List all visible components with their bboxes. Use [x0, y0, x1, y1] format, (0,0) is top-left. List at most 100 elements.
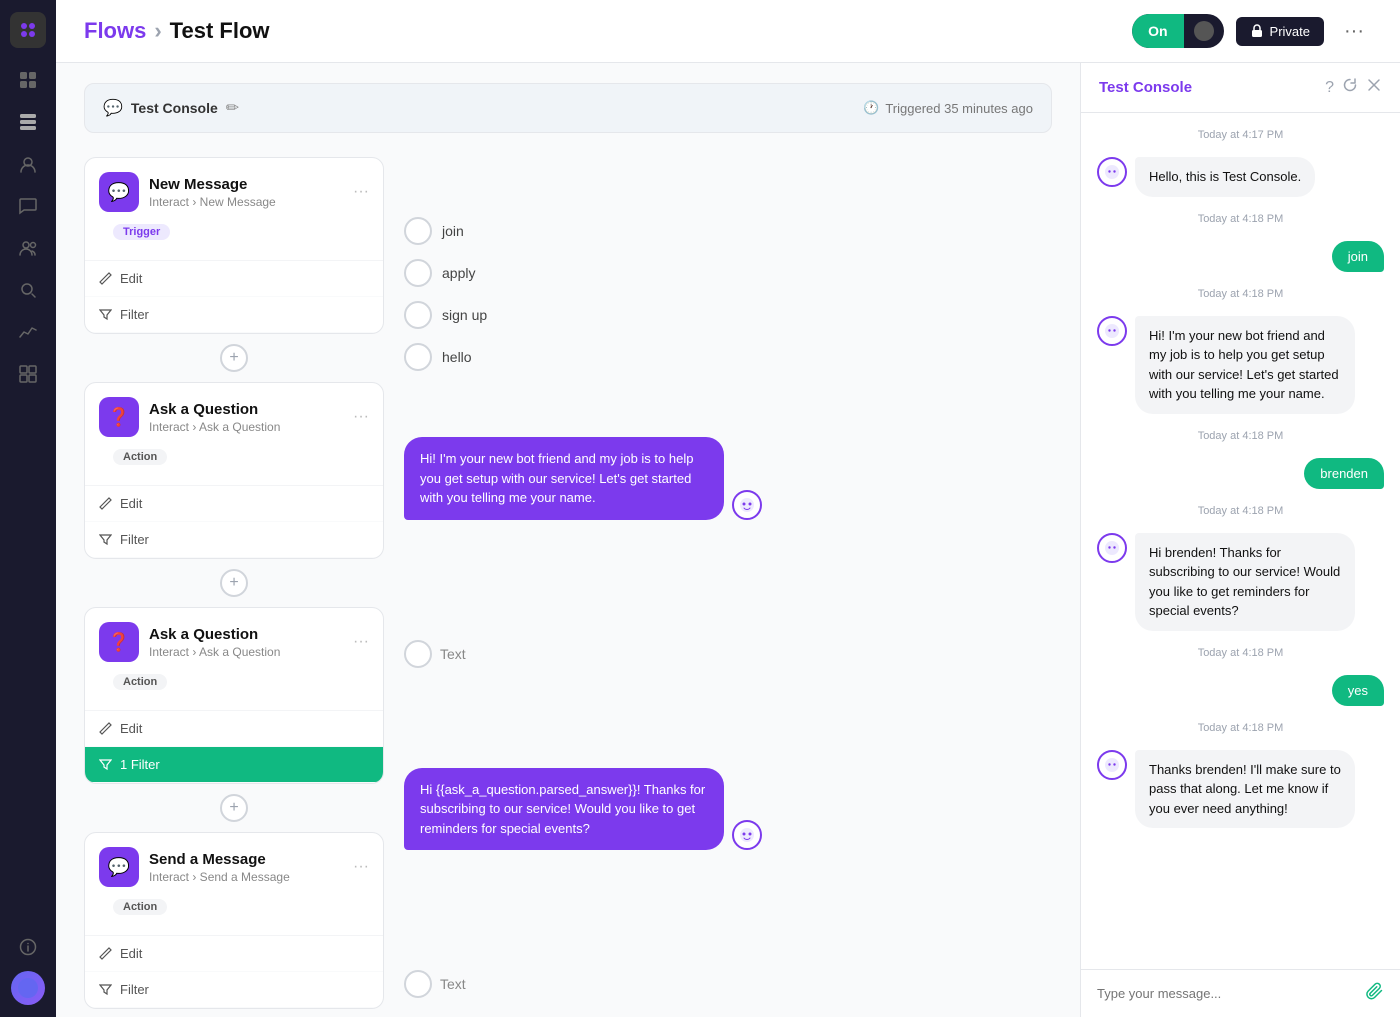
- flow-run-edit-icon[interactable]: ✏: [226, 98, 239, 118]
- info-icon[interactable]: [10, 929, 46, 965]
- step-card-ask1: ❓ Ask a Question Interact › Ask a Questi…: [84, 382, 384, 559]
- step-wrapper-new-message: 💬 New Message Interact › New Message ···…: [84, 157, 384, 382]
- edit-button-ask2[interactable]: Edit: [85, 711, 383, 747]
- test-close-icon[interactable]: [1366, 77, 1382, 98]
- edit-button-send[interactable]: Edit: [85, 936, 383, 972]
- input-circle-1: [404, 640, 432, 668]
- test-panel-header: Test Console ?: [1081, 63, 1400, 113]
- edit-button-ask1[interactable]: Edit: [85, 486, 383, 522]
- msg-row-bot-4: Thanks brenden! I'll make sure to pass t…: [1097, 750, 1384, 829]
- step-info-ask1: Ask a Question Interact › Ask a Question: [149, 401, 343, 434]
- right-column: join apply sign up hello: [384, 157, 1052, 1017]
- timestamp-7: Today at 4:18 PM: [1097, 722, 1384, 734]
- step-info-ask2: Ask a Question Interact › Ask a Question: [149, 626, 343, 659]
- apps-icon[interactable]: [10, 356, 46, 392]
- step-actions-ask2: Edit 1 Filter: [85, 710, 383, 783]
- timestamp-2: Today at 4:18 PM: [1097, 213, 1384, 225]
- edit-button-new-message[interactable]: Edit: [85, 261, 383, 297]
- step-badge-ask1: Action: [113, 449, 167, 465]
- filter-button-new-message[interactable]: Filter: [85, 297, 383, 333]
- step-card-header-ask1: ❓ Ask a Question Interact › Ask a Questi…: [85, 383, 383, 447]
- flow-run-header: 💬 Test Console ✏ 🕐 Triggered 35 minutes …: [84, 83, 1052, 133]
- bot-bubble-row-2: Hi {{ask_a_question.parsed_answer}}! Tha…: [404, 768, 1052, 851]
- users-icon[interactable]: [10, 230, 46, 266]
- msg-bot-icon-4: [1097, 750, 1127, 780]
- step-card-send: 💬 Send a Message Interact › Send a Messa…: [84, 832, 384, 1009]
- toggle-off-area: [1184, 14, 1224, 48]
- flow-run-triggered: 🕐 Triggered 35 minutes ago: [863, 100, 1033, 116]
- bubble-section-1: Hi! I'm your new bot friend and my job i…: [404, 437, 1052, 520]
- toggle-on-label: On: [1132, 14, 1183, 48]
- bot-bubble-2: Hi {{ask_a_question.parsed_answer}}! Tha…: [404, 768, 724, 851]
- step-wrapper-ask1: ❓ Ask a Question Interact › Ask a Questi…: [84, 382, 384, 607]
- timestamp-6: Today at 4:18 PM: [1097, 647, 1384, 659]
- connector-dot-3[interactable]: +: [220, 794, 248, 822]
- timestamp-5: Today at 4:18 PM: [1097, 505, 1384, 517]
- filter-button-send[interactable]: Filter: [85, 972, 383, 1008]
- breadcrumb-separator: ›: [154, 18, 161, 44]
- dashboard-icon[interactable]: [10, 62, 46, 98]
- bot-bubble-1: Hi! I'm your new bot friend and my job i…: [404, 437, 724, 520]
- page-header: Flows › Test Flow On Private ···: [56, 0, 1400, 63]
- connector-dot-1[interactable]: +: [220, 344, 248, 372]
- more-options-button[interactable]: ···: [1336, 16, 1372, 47]
- step-subtitle-ask2: Interact › Ask a Question: [149, 645, 343, 659]
- test-attach-button[interactable]: [1366, 982, 1384, 1005]
- search-icon[interactable]: [10, 272, 46, 308]
- flows-icon[interactable]: [10, 104, 46, 140]
- step-icon-new-message: 💬: [99, 172, 139, 212]
- step-badge-send: Action: [113, 899, 167, 915]
- bot-bubble-row-1: Hi! I'm your new bot friend and my job i…: [404, 437, 1052, 520]
- trigger-item-signup: sign up: [404, 301, 1052, 329]
- flow-area: 💬 Test Console ✏ 🕐 Triggered 35 minutes …: [56, 63, 1400, 1017]
- edit-icon-send: [99, 947, 112, 960]
- step-subtitle-ask1: Interact › Ask a Question: [149, 420, 343, 434]
- analytics-icon[interactable]: [10, 314, 46, 350]
- filter-button-ask1[interactable]: Filter: [85, 522, 383, 558]
- toggle-button[interactable]: On: [1132, 14, 1223, 48]
- msg-row-bot-2: Hi! I'm your new bot friend and my job i…: [1097, 316, 1384, 414]
- step-more-new-message[interactable]: ···: [353, 183, 369, 201]
- input-bubble-2: Text: [404, 970, 1052, 998]
- filter-active-button-ask2[interactable]: 1 Filter: [85, 747, 383, 783]
- test-messages: Today at 4:17 PM Hello, this is Test Con…: [1081, 113, 1400, 969]
- private-label: Private: [1270, 24, 1310, 39]
- more-dots: ···: [1344, 20, 1364, 43]
- input-circle-2: [404, 970, 432, 998]
- test-message-input[interactable]: [1097, 986, 1358, 1001]
- messages-icon[interactable]: [10, 188, 46, 224]
- step-more-ask1[interactable]: ···: [353, 408, 369, 426]
- flow-run-console-name: Test Console: [131, 100, 218, 116]
- step-more-send[interactable]: ···: [353, 858, 369, 876]
- avatar[interactable]: [11, 971, 45, 1005]
- test-input-area: [1081, 969, 1400, 1017]
- msg-bubble-in-1: Hello, this is Test Console.: [1135, 157, 1315, 197]
- bot-bubble-icon-2: [732, 820, 762, 850]
- test-help-icon[interactable]: ?: [1325, 79, 1334, 97]
- step-info-send: Send a Message Interact › Send a Message: [149, 851, 343, 884]
- step-title-send: Send a Message: [149, 851, 343, 868]
- trigger-item-hello: hello: [404, 343, 1052, 371]
- attach-icon: [1366, 982, 1384, 1000]
- test-refresh-icon[interactable]: [1342, 77, 1358, 98]
- trigger-circle-apply: [404, 259, 432, 287]
- input-bubble-1: Text: [404, 640, 1052, 668]
- left-column: 💬 New Message Interact › New Message ···…: [84, 157, 384, 1017]
- msg-bubble-in-2: Hi! I'm your new bot friend and my job i…: [1135, 316, 1355, 414]
- trigger-text-join: join: [442, 223, 464, 239]
- msg-bubble-in-3: Hi brenden! Thanks for subscribing to ou…: [1135, 533, 1355, 631]
- step-wrapper-ask2: ❓ Ask a Question Interact › Ask a Questi…: [84, 607, 384, 832]
- step-icon-send: 💬: [99, 847, 139, 887]
- lock-icon: [1250, 24, 1264, 38]
- breadcrumb-flows[interactable]: Flows: [84, 18, 146, 44]
- step-more-ask2[interactable]: ···: [353, 633, 369, 651]
- filter-icon: [99, 308, 112, 321]
- timestamp-1: Today at 4:17 PM: [1097, 129, 1384, 141]
- step-card-header-new-message: 💬 New Message Interact › New Message ···: [85, 158, 383, 222]
- private-button[interactable]: Private: [1236, 17, 1324, 46]
- step-info-new-message: New Message Interact › New Message: [149, 176, 343, 209]
- connector-dot-2[interactable]: +: [220, 569, 248, 597]
- trigger-circle-join: [404, 217, 432, 245]
- contacts-icon[interactable]: [10, 146, 46, 182]
- trigger-circle-hello: [404, 343, 432, 371]
